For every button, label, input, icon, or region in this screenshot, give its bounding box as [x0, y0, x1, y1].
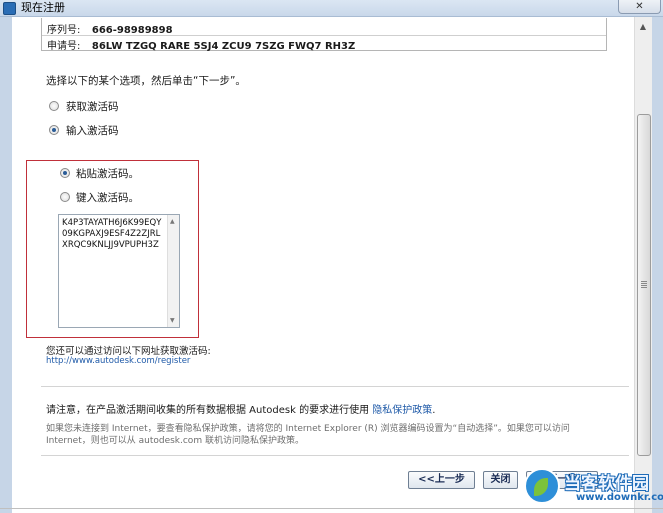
get-code-label[interactable]: 获取激活码: [66, 99, 119, 114]
textarea-scrollbar[interactable]: ▲ ▼: [167, 215, 179, 327]
close-button[interactable]: 关闭: [483, 471, 518, 489]
register-link[interactable]: http://www.autodesk.com/register: [46, 356, 190, 366]
back-button[interactable]: <<上一步: [408, 471, 475, 489]
request-row: 申请号: 86LW TZGQ RARE 5SJ4 ZCU9 7SZG FWQ7 …: [47, 37, 355, 52]
divider: [41, 386, 629, 387]
activation-code-text: K4P3TAYATH6J6K99EQY09KGPAXJ9ESF4Z2ZJRLXR…: [62, 218, 162, 250]
scroll-down-icon[interactable]: ▼: [170, 317, 175, 324]
registration-info-table: 序列号: 666-98989898 申请号: 86LW TZGQ RARE 5S…: [41, 18, 607, 52]
type-code-label[interactable]: 键入激活码。: [76, 190, 139, 205]
url-instruction: 您还可以通过访问以下网址获取激活码:: [46, 346, 211, 357]
footer-divider: [41, 455, 629, 456]
activation-code-textarea[interactable]: K4P3TAYATH6J6K99EQY09KGPAXJ9ESF4Z2ZJRLXR…: [58, 214, 180, 328]
window-frame-left: [0, 17, 12, 513]
request-label: 申请号:: [47, 41, 81, 52]
get-code-radio[interactable]: [49, 101, 59, 111]
scroll-up-arrow-icon[interactable]: ▲: [635, 19, 651, 35]
enter-code-label[interactable]: 输入激活码: [66, 123, 119, 138]
privacy-policy-link[interactable]: 隐私保护政策: [372, 405, 432, 416]
serial-row: 序列号: 666-98989898: [47, 21, 173, 36]
watermark: 当客软件园 www.downkr.com: [524, 466, 663, 513]
internet-note: 如果您未连接到 Internet，要查看隐私保护政策，请将您的 Internet…: [46, 424, 570, 446]
request-value: 86LW TZGQ RARE 5SJ4 ZCU9 7SZG FWQ7 RH3Z: [91, 41, 356, 52]
enter-code-radio[interactable]: [49, 125, 59, 135]
title-bar: 现在注册 ✕: [0, 0, 663, 17]
privacy-statement: 请注意，在产品激活期间收集的所有数据根据 Autodesk 的要求进行使用 隐私…: [46, 401, 435, 416]
watermark-name: 当客软件园: [564, 474, 649, 494]
grip-icon: [641, 283, 647, 284]
paste-code-label[interactable]: 粘贴激活码。: [76, 166, 139, 181]
watermark-url: www.downkr.com: [576, 492, 663, 503]
scrollbar-thumb[interactable]: [637, 114, 651, 456]
paste-code-radio[interactable]: [60, 168, 70, 178]
close-window-button[interactable]: ✕: [618, 0, 661, 14]
main-scrollbar[interactable]: ▲: [634, 17, 652, 513]
app-icon: [3, 2, 16, 15]
info-divider: [42, 35, 606, 36]
scroll-up-icon[interactable]: ▲: [170, 218, 175, 225]
window-title: 现在注册: [21, 1, 65, 14]
watermark-logo-icon: [524, 468, 560, 504]
privacy-end: .: [432, 405, 436, 416]
instruction-text: 选择以下的某个选项，然后单击“下一步”。: [46, 75, 246, 87]
privacy-text: 请注意，在产品激活期间收集的所有数据根据 Autodesk 的要求进行使用: [46, 405, 370, 416]
window-frame-right: [652, 17, 663, 513]
type-code-radio[interactable]: [60, 192, 70, 202]
leaf-icon: [534, 478, 548, 496]
